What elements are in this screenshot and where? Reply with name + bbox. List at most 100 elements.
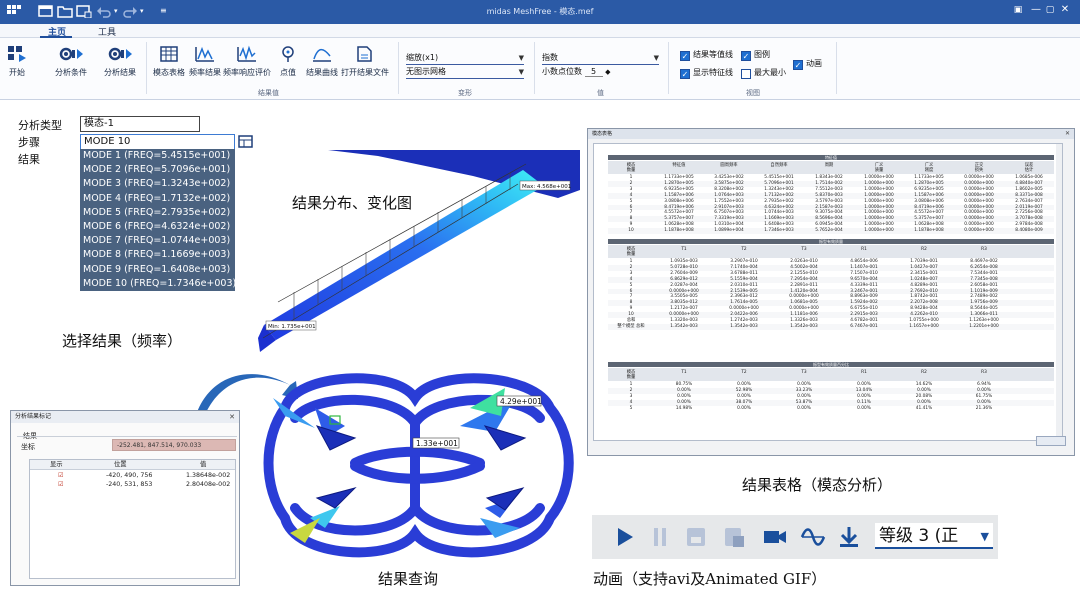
checkbox-icon: ✓	[741, 51, 751, 61]
column-header: R2	[921, 247, 927, 252]
table-row[interactable]: 5 14.98% 0.00% 0.00% 0.00% 41.41% 21.36%	[608, 406, 1054, 412]
close-button[interactable]: ✕	[1059, 4, 1071, 16]
checkbox-max-min[interactable]: ✓最大最小	[741, 67, 786, 79]
column-header: R3	[981, 370, 987, 375]
animation-level-select[interactable]: 等级 3 (正 ▼	[875, 523, 993, 549]
wave-icon[interactable]	[800, 525, 826, 549]
window-title: 分析结果标记	[11, 411, 239, 423]
analysis-result-button[interactable]: 分析结果	[102, 44, 138, 78]
frequency-result-icon	[195, 46, 214, 62]
step-select[interactable]: MODE 10 (FREQ=1.7346e+003)	[80, 134, 235, 161]
pause-icon[interactable]	[650, 525, 670, 549]
column-header: 模态 数量	[626, 370, 636, 380]
analysis-type-field[interactable]: 模态-1	[80, 116, 200, 132]
restore-icon[interactable]: ▣	[1012, 4, 1024, 16]
dropdown-option[interactable]: MODE 4 (FREQ=1.7132e+002)	[80, 192, 235, 206]
download-icon[interactable]	[838, 525, 860, 549]
dropdown-option[interactable]: MODE 8 (FREQ=1.1669e+003)	[80, 248, 235, 262]
result-curve-button[interactable]: 结果曲线	[305, 44, 339, 78]
table-row[interactable]: ☑ -240, 531, 853 2.80408e-002	[30, 480, 235, 489]
play-icon[interactable]	[614, 525, 636, 549]
close-icon[interactable]: ✕	[1065, 129, 1070, 139]
scrollbar[interactable]	[1056, 144, 1062, 440]
column-header: 周期	[824, 163, 834, 168]
column-header: 广义 刚度	[924, 163, 934, 173]
table-view-icon[interactable]	[238, 134, 254, 150]
dropdown-option[interactable]: MODE 2 (FREQ=5.7096e+001)	[80, 163, 235, 177]
table-cell: 1.3542e-003	[790, 323, 818, 329]
dropdown-option[interactable]: MODE 5 (FREQ=2.7935e+002)	[80, 206, 235, 220]
table-row[interactable]: ☑ -420, 490, 756 1.38648e-002	[30, 471, 235, 480]
dropdown-option[interactable]: MODE 3 (FREQ=1.3243e+002)	[80, 177, 235, 191]
chevron-down-icon: ▼	[980, 530, 989, 543]
ribbon: 开始 分析条件 分析结果 模态表格 频率结果 频率响应评价 点值 结果曲线 打开…	[0, 38, 1080, 100]
dropdown-option[interactable]: MODE 10 (FREQ=1.7346e+003)	[80, 277, 236, 291]
decimal-places-row: 小数点位数 5 ◆	[542, 67, 611, 77]
result-mark-window: 分析结果标记 ✕ 结果 坐标 -252.481, 847.514, 970.03…	[10, 410, 240, 586]
table-cell: 1.2201e+000	[969, 323, 999, 329]
column-header: 模态 数量	[626, 163, 636, 173]
checkbox-icon: ✓	[680, 51, 690, 61]
checkbox-legend[interactable]: ✓ 图例	[741, 49, 770, 61]
section-header-percent: 振型有效质量百分比	[608, 362, 1054, 367]
chevron-down-icon: ▼	[653, 54, 659, 62]
drone-contour-view: 4.29e+001 1.33e+001	[263, 373, 574, 558]
window-title: midas MeshFree - 模态.mef	[486, 7, 594, 16]
checkbox-icon[interactable]: ☑	[58, 471, 64, 480]
number-format-select[interactable]: 指数 ▼	[542, 52, 659, 65]
beam-contour-view: Max: 4.568e+001 Min: 1.735e+001	[258, 150, 580, 360]
mark-table: 显示 位置 值 ☑ -420, 490, 756 1.38648e-002 ☑ …	[29, 459, 236, 579]
checkbox-animation[interactable]: ✓ 动画	[793, 58, 822, 70]
deform-scale-select[interactable]: 缩放(x1) ▼	[406, 52, 524, 65]
minimize-button[interactable]: —	[1030, 4, 1042, 16]
table-cell: 整个模型 总和	[617, 323, 645, 329]
caption-table: 结果表格（模态分析）	[742, 476, 893, 494]
group-label-value: 值	[597, 89, 604, 97]
save-frame-icon[interactable]	[684, 525, 708, 549]
table-cell: 1.1657e+000	[909, 323, 939, 329]
checkbox-icon: ✓	[680, 69, 690, 79]
group-label-result-value: 结果值	[258, 89, 279, 97]
column-header: 正交 损失	[974, 163, 984, 173]
group-label-view: 视图	[746, 89, 760, 97]
open-result-file-button[interactable]: 打开结果文件	[341, 44, 389, 78]
analysis-condition-button[interactable]: 分析条件	[52, 44, 90, 78]
checkbox-icon[interactable]: ☑	[58, 480, 64, 489]
table-header: 模态 数量 T1 T2 T3 R1 R2 R3	[608, 368, 1054, 381]
frequency-result-button[interactable]: 频率结果	[188, 44, 222, 78]
checkbox-result-contour[interactable]: ✓ 结果等值线	[680, 49, 733, 61]
coordinate-label: 坐标	[21, 443, 35, 451]
mode-dropdown-list: MODE 1 (FREQ=5.4515e+001) MODE 2 (FREQ=5…	[80, 149, 236, 291]
ok-button[interactable]	[1036, 436, 1066, 446]
spin-icon[interactable]: ◆	[605, 68, 610, 76]
column-header: R1	[861, 370, 867, 375]
table-row[interactable]: 10 1.1878e+008 1.0899e+004 1.7346e+003 5.765…	[608, 228, 1054, 234]
tab-tools[interactable]: 工具	[98, 25, 116, 38]
column-header: T1	[681, 247, 687, 252]
probe-button[interactable]: 点值	[276, 44, 300, 78]
ribbon-separator	[668, 42, 669, 94]
maximize-button[interactable]: ▢	[1044, 4, 1056, 16]
frequency-response-button[interactable]: 频率响应评价	[222, 44, 272, 78]
checkbox-feature-line[interactable]: ✓ 显示特征线	[680, 67, 733, 79]
dropdown-option[interactable]: MODE 9 (FREQ=1.6408e+003)	[80, 263, 235, 277]
group-label-deformation: 变形	[458, 89, 472, 97]
dropdown-option[interactable]: MODE 1 (FREQ=5.4515e+001)	[80, 149, 235, 163]
table-row[interactable]: 整个模型 总和 1.3542e-003 1.3542e-003 1.3542e-003…	[608, 323, 1054, 330]
column-header: T1	[681, 370, 687, 375]
start-button[interactable]: 开始	[4, 44, 30, 78]
frequency-response-icon	[237, 45, 256, 62]
close-icon[interactable]: ✕	[229, 411, 235, 423]
column-header: 自然频率	[770, 163, 788, 168]
table-cell: 1.1878e+008	[664, 228, 694, 234]
dropdown-option[interactable]: MODE 7 (FREQ=1.0744e+003)	[80, 234, 235, 248]
dropdown-option[interactable]: MODE 6 (FREQ=4.6324e+002)	[80, 220, 235, 234]
decimal-places-input[interactable]: 5	[584, 67, 603, 77]
mesh-display-select[interactable]: 无图示网格 ▼	[406, 66, 524, 79]
record-video-icon[interactable]	[762, 525, 788, 549]
modal-table-button[interactable]: 模态表格	[151, 44, 187, 78]
probe-icon	[282, 46, 294, 62]
table-cell: 8.4080e-009	[1015, 228, 1043, 234]
coordinate-field[interactable]: -252.481, 847.514, 970.033	[112, 439, 236, 451]
export-icon[interactable]	[722, 525, 746, 549]
